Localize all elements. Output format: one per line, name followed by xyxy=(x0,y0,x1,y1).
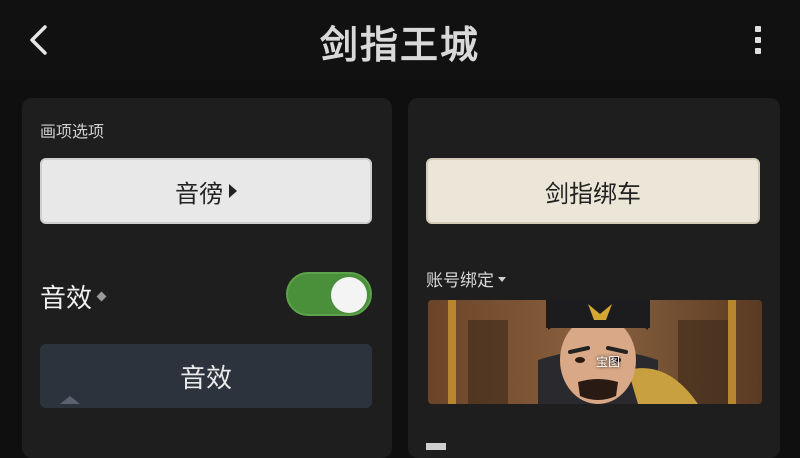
account-binding-dropdown[interactable]: 账号绑定 xyxy=(426,266,506,291)
caret-right-icon xyxy=(229,184,237,198)
sfx-button[interactable]: 音效 xyxy=(40,344,372,408)
sfx-setting: 音效 xyxy=(40,278,107,315)
tooltip-pointer xyxy=(60,396,80,404)
sound-button-label: 音徬 xyxy=(175,179,223,208)
page-title: 剑指王城 xyxy=(319,22,480,67)
sfx-button-label: 音效 xyxy=(179,363,232,394)
portrait-badge: 宝图 xyxy=(596,355,621,369)
character-portrait-image xyxy=(428,300,762,404)
bind-button-label: 剑指绑车 xyxy=(545,179,641,208)
account-binding-label: 账号绑定 xyxy=(426,271,494,291)
more-options-button[interactable] xyxy=(740,18,776,62)
character-portrait[interactable] xyxy=(428,300,762,404)
toggle-knob xyxy=(331,277,367,313)
bind-button[interactable]: 剑指绑车 xyxy=(426,158,760,224)
diamond-icon xyxy=(96,291,107,302)
sound-button[interactable]: 音徬 xyxy=(40,158,372,224)
next-row-peek xyxy=(426,438,626,450)
chevron-down-icon xyxy=(498,277,506,282)
more-vertical-icon xyxy=(755,26,761,32)
sfx-setting-label: 音效 xyxy=(40,284,93,314)
section-label: 画项选项 xyxy=(40,122,105,141)
app-header: 剑指王城 xyxy=(0,0,800,80)
sfx-toggle[interactable] xyxy=(286,272,372,316)
